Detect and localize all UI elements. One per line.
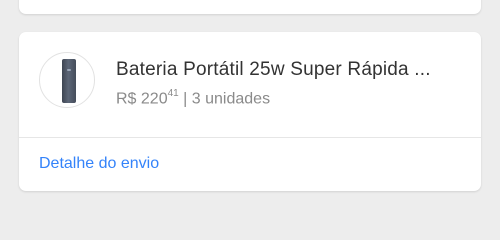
previous-card <box>19 0 481 14</box>
price-quantity-line: R$ 22041 | 3 unidades <box>116 88 271 108</box>
price-prefix: R$ <box>116 90 141 108</box>
product-row[interactable]: Bateria Portátil 25w Super Rápida ... R$… <box>19 32 481 138</box>
quantity-label: 3 unidades <box>191 90 271 108</box>
shipping-detail-link[interactable]: Detalhe do envio <box>39 155 159 173</box>
price-cents: 41 <box>167 88 179 99</box>
product-thumbnail <box>39 52 95 108</box>
powerbank-logo-mark <box>67 69 71 71</box>
price-integer: 220 <box>140 90 168 108</box>
separator: | <box>178 90 192 108</box>
powerbank-icon <box>62 59 76 103</box>
order-item-card: Bateria Portátil 25w Super Rápida ... R$… <box>19 32 481 191</box>
product-title: Bateria Portátil 25w Super Rápida ... <box>116 59 431 80</box>
